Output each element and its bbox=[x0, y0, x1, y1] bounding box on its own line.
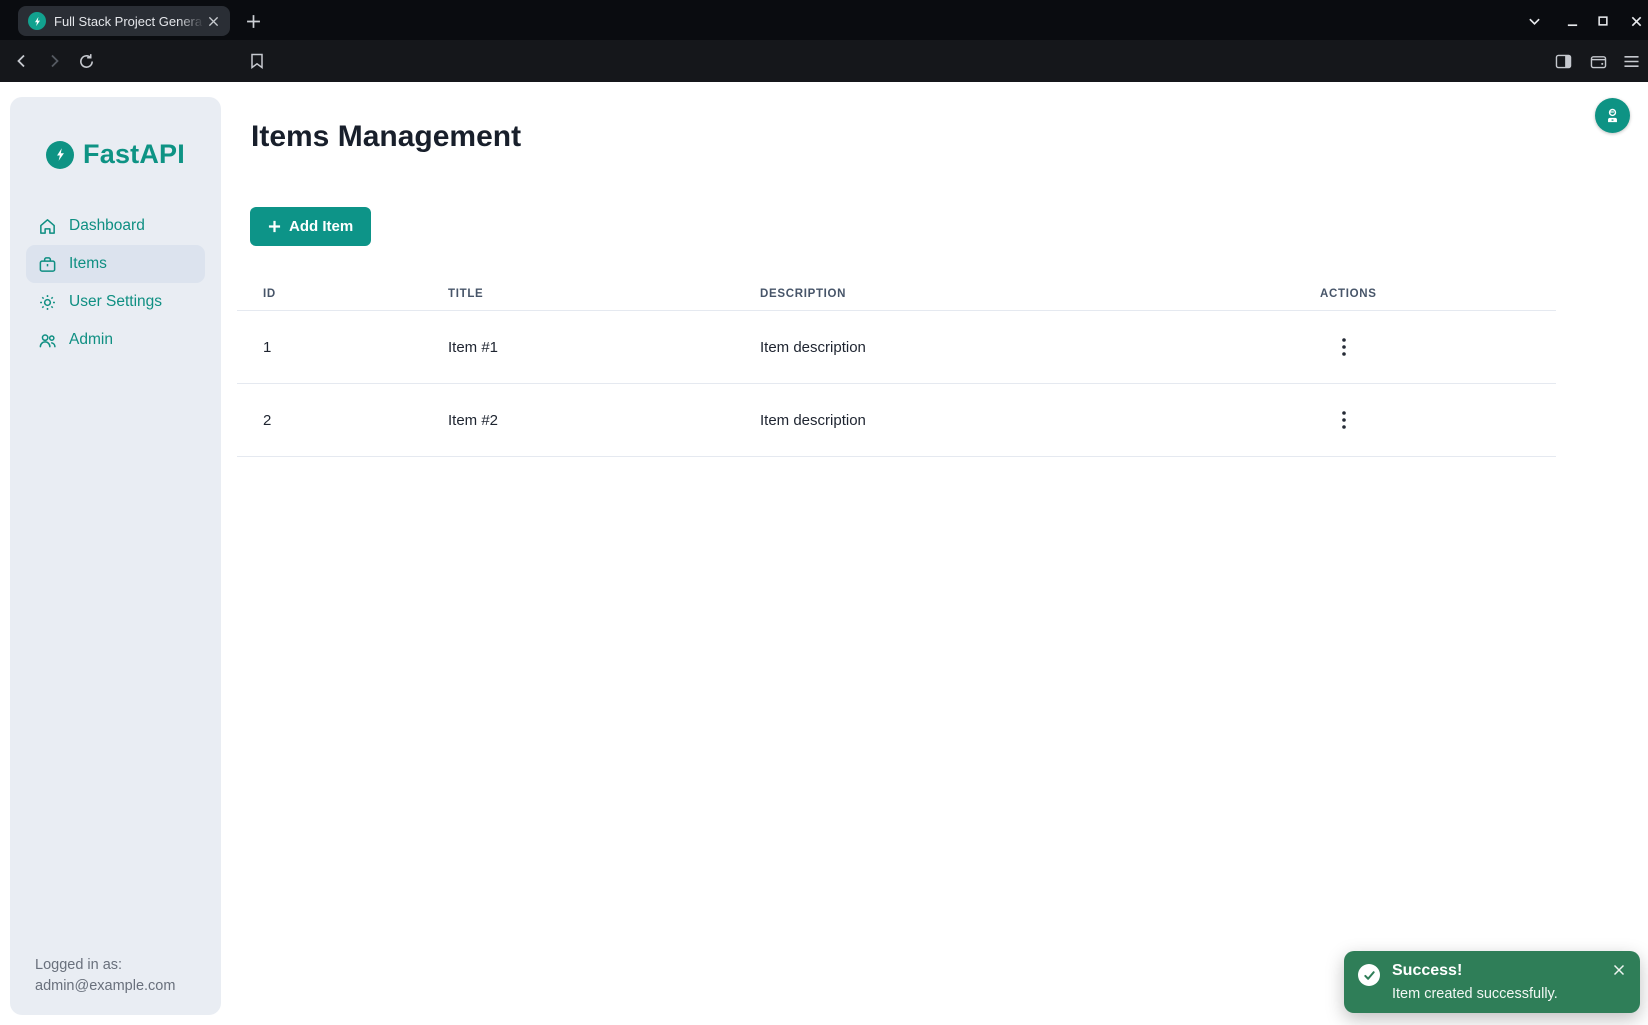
add-item-button[interactable]: Add Item bbox=[250, 207, 371, 246]
cell-description: Item description bbox=[760, 339, 1308, 356]
cell-id: 2 bbox=[237, 412, 448, 429]
new-tab-button[interactable] bbox=[240, 8, 266, 34]
cell-description: Item description bbox=[760, 412, 1308, 429]
sidebar-item-user-settings[interactable]: User Settings bbox=[26, 283, 205, 321]
table-header-row: ID TITLE DESCRIPTION ACTIONS bbox=[237, 277, 1556, 311]
cell-title: Item #2 bbox=[448, 412, 760, 429]
fastapi-logo: FastAPI bbox=[10, 139, 221, 170]
row-actions-kebab-icon[interactable] bbox=[1330, 406, 1358, 434]
users-icon bbox=[38, 331, 57, 350]
sidebar: FastAPI Dashboard Items bbox=[10, 97, 221, 1015]
logged-in-info: Logged in as: admin@example.com bbox=[35, 955, 175, 997]
user-avatar-button[interactable] bbox=[1595, 98, 1630, 133]
row-actions-kebab-icon[interactable] bbox=[1330, 333, 1358, 361]
wallet-icon[interactable] bbox=[1584, 47, 1612, 75]
column-header-id: ID bbox=[237, 288, 448, 300]
check-circle-icon bbox=[1358, 964, 1380, 986]
tab-title: Full Stack Project Genera bbox=[54, 14, 204, 29]
table-row: 2 Item #2 Item description bbox=[237, 384, 1556, 457]
plus-icon bbox=[268, 220, 281, 233]
items-table: ID TITLE DESCRIPTION ACTIONS 1 Item #1 I… bbox=[237, 277, 1556, 457]
reload-button[interactable] bbox=[72, 47, 100, 75]
logo-text: FastAPI bbox=[83, 139, 185, 170]
sidebar-item-items[interactable]: Items bbox=[26, 245, 205, 283]
column-header-description: DESCRIPTION bbox=[760, 288, 1308, 300]
sidebar-item-label: Items bbox=[69, 255, 107, 273]
window-maximize-button[interactable] bbox=[1590, 8, 1616, 34]
window-close-button[interactable] bbox=[1623, 8, 1648, 34]
table-row: 1 Item #1 Item description bbox=[237, 311, 1556, 384]
toast-title: Success! bbox=[1392, 962, 1462, 980]
column-header-actions: ACTIONS bbox=[1308, 288, 1556, 300]
bookmark-icon[interactable] bbox=[243, 47, 271, 75]
tab-strip: Full Stack Project Genera bbox=[0, 0, 1648, 40]
browser-window: Full Stack Project Genera bbox=[0, 0, 1648, 1025]
logged-in-email: admin@example.com bbox=[35, 976, 175, 997]
cell-title: Item #1 bbox=[448, 339, 760, 356]
sidebar-panel-icon[interactable] bbox=[1549, 47, 1577, 75]
gear-icon bbox=[38, 293, 57, 312]
forward-button[interactable] bbox=[40, 47, 68, 75]
briefcase-icon bbox=[38, 255, 57, 274]
back-button[interactable] bbox=[8, 47, 36, 75]
sidebar-item-label: Admin bbox=[69, 331, 113, 349]
page-title: Items Management bbox=[251, 120, 521, 154]
sidebar-item-label: User Settings bbox=[69, 293, 162, 311]
browser-tab[interactable]: Full Stack Project Genera bbox=[18, 6, 230, 36]
sidebar-item-dashboard[interactable]: Dashboard bbox=[26, 207, 205, 245]
window-minimize-button[interactable] bbox=[1559, 8, 1585, 34]
fastapi-favicon-icon bbox=[28, 12, 46, 30]
sidebar-nav: Dashboard Items User Settings bbox=[26, 207, 205, 359]
toast-close-icon[interactable] bbox=[1610, 961, 1628, 979]
success-toast: Success! Item created successfully. bbox=[1344, 951, 1640, 1013]
cell-id: 1 bbox=[237, 339, 448, 356]
sidebar-item-admin[interactable]: Admin bbox=[26, 321, 205, 359]
tab-search-chevron-icon[interactable] bbox=[1521, 8, 1547, 34]
logged-in-label: Logged in as: bbox=[35, 955, 175, 976]
home-icon bbox=[38, 217, 57, 236]
tab-close-icon[interactable] bbox=[204, 12, 222, 30]
browser-toolbar: i localhost/items 1 bbox=[0, 40, 1648, 82]
column-header-title: TITLE bbox=[448, 288, 760, 300]
fastapi-bolt-icon bbox=[46, 141, 74, 169]
toast-message: Item created successfully. bbox=[1392, 986, 1558, 1002]
menu-icon[interactable] bbox=[1617, 47, 1645, 75]
app-page: FastAPI Dashboard Items bbox=[0, 82, 1648, 1025]
sidebar-item-label: Dashboard bbox=[69, 217, 145, 235]
